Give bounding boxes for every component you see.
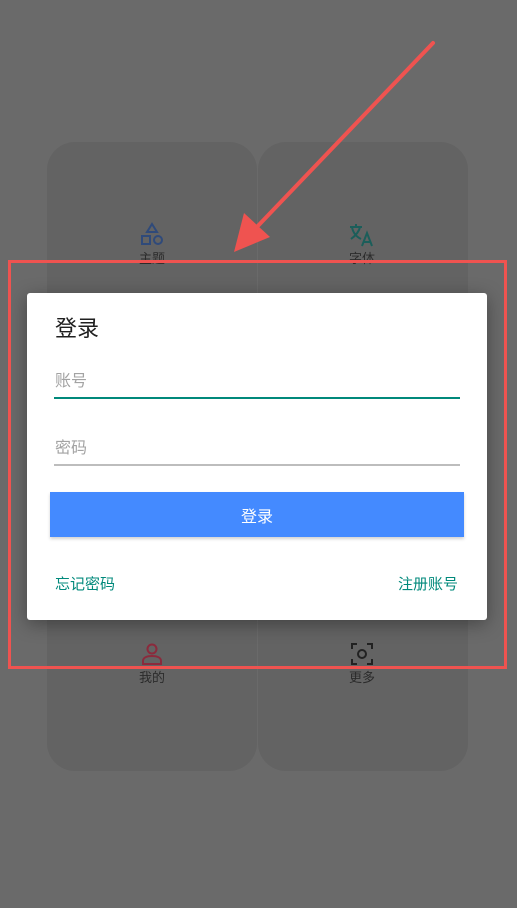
background-item-label: 主题 [138,252,165,267]
register-account-link[interactable]: 注册账号 [398,574,458,594]
translate-icon [350,224,373,247]
account-input[interactable] [54,365,460,399]
forgot-password-link[interactable]: 忘记密码 [55,574,115,594]
background-item-theme: 主题 [92,222,212,268]
background-item-label: 我的 [138,671,165,686]
background-item-label: 更多 [348,671,375,686]
background-item-more: 更多 [302,641,422,687]
shapes-icon [141,222,163,245]
login-button[interactable]: 登录 [50,492,464,537]
person-icon [142,643,162,665]
password-input[interactable] [54,432,460,466]
dialog-title: 登录 [55,317,100,342]
login-dialog: 登录 登录 忘记密码 注册账号 [27,293,487,620]
background-item-mine: 我的 [92,641,212,687]
background-item-font: 字体 [302,222,422,268]
scan-icon [351,643,373,665]
background-item-label: 字体 [348,252,375,267]
